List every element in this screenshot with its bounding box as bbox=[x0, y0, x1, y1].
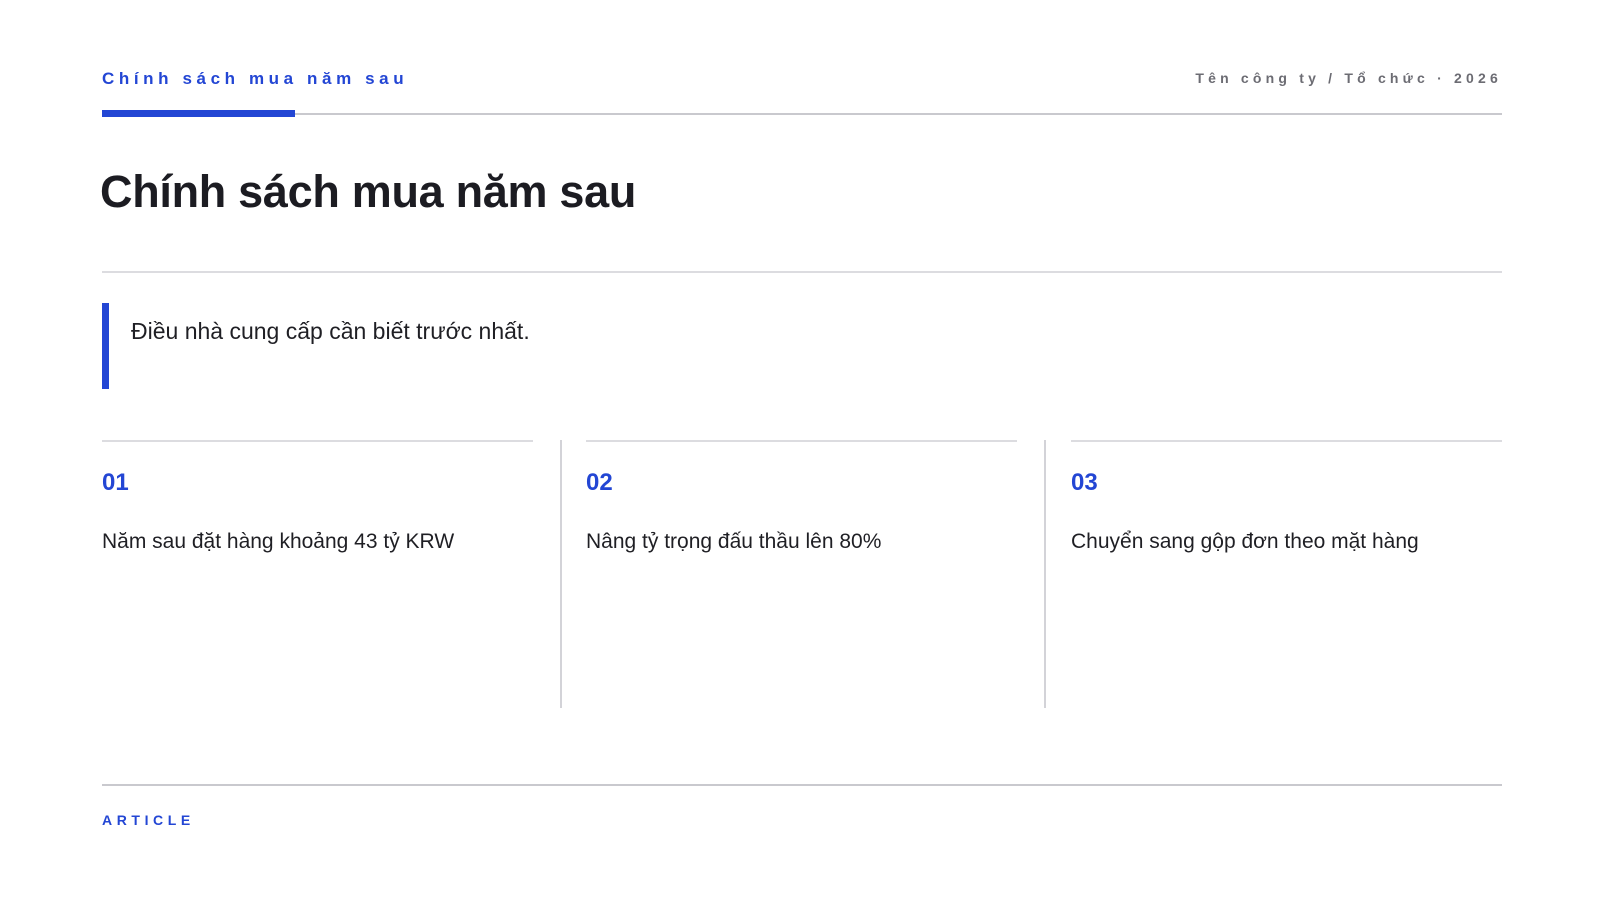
point-number: 01 bbox=[102, 469, 129, 496]
header-organization: Tên công ty / Tổ chức · 2026 bbox=[1195, 70, 1502, 86]
point-column-1: 01 Năm sau đặt hàng khoảng 43 tỷ KRW bbox=[102, 440, 533, 708]
footer-divider bbox=[102, 784, 1502, 786]
point-text: Nâng tỷ trọng đấu thầu lên 80% bbox=[586, 530, 882, 553]
point-text: Chuyển sang gộp đơn theo mặt hàng bbox=[1071, 530, 1419, 553]
point-top-rule bbox=[586, 440, 1017, 442]
lead-accent-bar bbox=[102, 303, 109, 389]
title-divider bbox=[102, 271, 1502, 273]
point-number: 03 bbox=[1071, 469, 1098, 496]
column-divider bbox=[560, 440, 562, 708]
point-top-rule bbox=[1071, 440, 1502, 442]
point-top-rule bbox=[102, 440, 533, 442]
point-column-3: 03 Chuyển sang gộp đơn theo mặt hàng bbox=[1071, 440, 1502, 708]
page-title: Chính sách mua năm sau bbox=[100, 166, 637, 217]
slide: Chính sách mua năm sau Tên công ty / Tổ … bbox=[0, 0, 1598, 900]
header-kicker: Chính sách mua năm sau bbox=[102, 69, 409, 88]
footer-label: ARTICLE bbox=[102, 812, 195, 828]
header-divider bbox=[102, 113, 1502, 115]
column-divider bbox=[1044, 440, 1046, 708]
point-text: Năm sau đặt hàng khoảng 43 tỷ KRW bbox=[102, 530, 455, 553]
point-number: 02 bbox=[586, 469, 613, 496]
header-accent-bar bbox=[102, 110, 295, 117]
point-column-2: 02 Nâng tỷ trọng đấu thầu lên 80% bbox=[586, 440, 1017, 708]
lead-text: Điều nhà cung cấp cần biết trước nhất. bbox=[131, 318, 530, 344]
